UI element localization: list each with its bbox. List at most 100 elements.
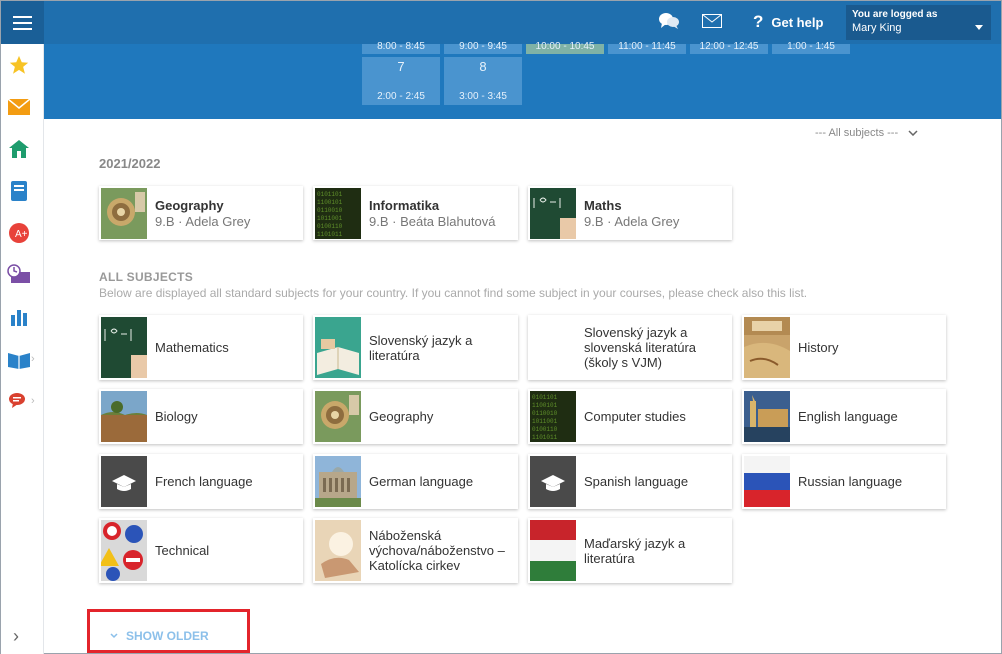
subject-card[interactable]: French language (99, 454, 303, 509)
subject-filter-dropdown[interactable]: --- All subjects --- (815, 127, 918, 139)
all-subjects-title: ALL SUBJECTS (99, 270, 194, 284)
chevron-down-icon (975, 25, 983, 30)
svg-text:1011001: 1011001 (532, 418, 558, 425)
subject-card[interactable]: 0101101 1100101 0110010 1011001 0100110 11010… (528, 389, 732, 444)
subject-card[interactable]: Geography (313, 389, 518, 444)
subject-name: Slovenský jazyk a slovenská literatúra (… (584, 325, 696, 370)
subject-name: Computer studies (584, 409, 686, 424)
course-title: Informatika (369, 197, 440, 213)
schedule-slot[interactable]: 8:00 - 8:45 (362, 42, 440, 54)
subject-card[interactable]: English language (742, 389, 946, 444)
menu-icon[interactable] (1, 1, 44, 44)
discussion-icon[interactable] (7, 389, 31, 413)
schedule-slot[interactable]: 8 3:00 - 3:45 (444, 57, 522, 105)
subject-card[interactable]: Biology (99, 389, 303, 444)
subject-name: Náboženská výchova/náboženstvo – Katolíc… (369, 528, 505, 573)
course-detail: 9.B · Beáta Blahutová (369, 213, 496, 229)
subject-name: Geography (369, 409, 434, 424)
subject-card[interactable]: Mathematics (99, 315, 303, 380)
school-year: 2021/2022 (99, 156, 161, 171)
schedule-slot[interactable]: 7 2:00 - 2:45 (362, 57, 440, 105)
chat-icon[interactable] (658, 11, 680, 36)
grades-icon[interactable]: A+ (7, 221, 31, 245)
show-older-highlight: SHOW OLDER (87, 609, 250, 653)
course-card-informatika[interactable]: 0101101 1100101 0110010 1011001 0100110 11010… (313, 186, 518, 240)
subject-name: Maďarský jazyk a literatúra (584, 535, 686, 566)
traffic-signs-thumb (101, 520, 147, 581)
biology-thumb (101, 391, 147, 442)
schedule-slot[interactable]: 11:00 - 11:45 (608, 42, 686, 54)
logged-as-label: You are logged as (852, 9, 938, 20)
expand-sidebar-icon[interactable]: › (13, 626, 19, 647)
subject-name: French language (155, 474, 253, 489)
graduation-cap-thumb (530, 456, 576, 507)
schedule-slot[interactable]: 12:00 - 12:45 (690, 42, 768, 54)
reichstag-thumb (315, 456, 361, 507)
schedule-slot-current[interactable]: 10:00 - 10:45 (526, 42, 604, 54)
show-older-button[interactable]: SHOW OLDER (110, 629, 209, 643)
course-title: Geography (155, 197, 224, 213)
informatics-thumb: 0101101 1100101 0110010 1011001 0100110 11010… (530, 391, 576, 442)
chevron-right-icon: › (31, 395, 35, 407)
subject-card[interactable]: German language (313, 454, 518, 509)
subject-name: Russian language (798, 474, 903, 489)
subject-name: History (798, 340, 839, 355)
top-bar: ? Get help You are logged as Mary King (1, 1, 1001, 44)
schedule-slot[interactable]: 1:00 - 1:45 (772, 42, 850, 54)
question-icon: ? (753, 12, 764, 31)
timetable-icon[interactable] (7, 263, 31, 287)
course-card-geography[interactable]: Geography 9.B · Adela Grey (99, 186, 303, 240)
get-help-label: Get help (771, 14, 824, 30)
subject-card[interactable]: Spanish language (528, 454, 732, 509)
russian-flag-thumb (744, 456, 790, 507)
sidebar: A+ › › › (1, 44, 44, 654)
svg-text:0100110: 0100110 (317, 223, 343, 230)
subject-card[interactable]: Technical (99, 518, 303, 583)
svg-text:1011001: 1011001 (317, 215, 343, 222)
svg-text:A+: A+ (15, 229, 28, 240)
svg-text:1101011: 1101011 (317, 231, 343, 238)
subject-name: German language (369, 474, 474, 489)
book-thumb (315, 317, 361, 378)
library-icon[interactable] (7, 347, 31, 371)
svg-text:0110010: 0110010 (532, 410, 558, 417)
subject-card[interactable]: Russian language (742, 454, 946, 509)
geography-thumb (101, 187, 147, 239)
maths-thumb (101, 317, 147, 378)
mail-icon[interactable] (702, 14, 722, 33)
schedule-slot[interactable]: 9:00 - 9:45 (444, 42, 522, 54)
geography-thumb (315, 391, 361, 442)
subject-name: Spanish language (584, 474, 689, 489)
svg-text:0110010: 0110010 (317, 207, 343, 214)
maths-thumb (530, 187, 576, 239)
svg-text:1101011: 1101011 (532, 434, 558, 441)
london-thumb (744, 391, 790, 442)
subject-name: Mathematics (155, 340, 229, 355)
mail-icon[interactable] (7, 95, 31, 119)
user-menu[interactable]: You are logged as Mary King (846, 5, 991, 40)
course-detail: 9.B · Adela Grey (155, 213, 251, 229)
hands-thumb (315, 520, 361, 581)
svg-text:1100101: 1100101 (532, 402, 558, 409)
course-detail: 9.B · Adela Grey (584, 213, 680, 229)
home-icon[interactable] (7, 137, 31, 161)
subject-card[interactable]: History (742, 315, 946, 380)
chevron-right-icon: › (31, 353, 35, 365)
notebook-icon[interactable] (7, 179, 31, 203)
subject-name: English language (798, 409, 898, 424)
history-thumb (744, 317, 790, 378)
subject-card[interactable]: Náboženská výchova/náboženstvo – Katolíc… (313, 518, 518, 583)
empty-thumb (530, 317, 576, 378)
course-card-maths[interactable]: Maths 9.B · Adela Grey (528, 186, 732, 240)
subject-card[interactable]: Slovenský jazyk a literatúra (313, 315, 518, 380)
subject-card[interactable]: Slovenský jazyk a slovenská literatúra (… (528, 315, 732, 380)
chevron-down-icon (110, 633, 118, 639)
informatics-thumb: 0101101 1100101 0110010 1011001 0100110 11010… (315, 187, 361, 239)
get-help-button[interactable]: ? Get help (753, 12, 823, 32)
star-icon[interactable] (7, 53, 31, 77)
svg-text:0101101: 0101101 (532, 394, 558, 401)
svg-text:0101101: 0101101 (317, 191, 343, 198)
chart-icon[interactable] (7, 305, 31, 329)
subject-card[interactable]: Maďarský jazyk a literatúra (528, 518, 732, 583)
show-older-label: SHOW OLDER (126, 629, 209, 643)
